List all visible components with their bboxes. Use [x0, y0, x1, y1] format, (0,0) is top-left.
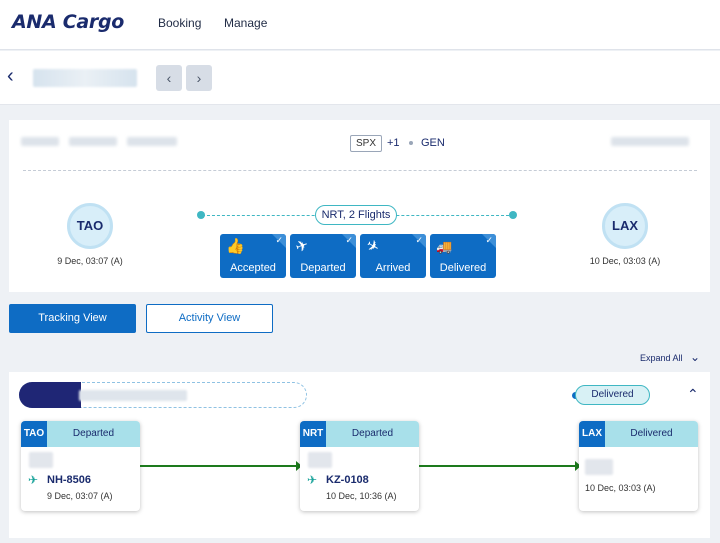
- destination-date: 10 Dec, 03:03 (A): [589, 256, 661, 266]
- awb-progress-fill: [19, 382, 81, 408]
- plane-arrival-icon: ✈: [362, 236, 383, 258]
- check-icon: ✓: [345, 235, 353, 245]
- truck-icon: 🚚: [436, 239, 453, 254]
- divider: [23, 170, 697, 171]
- redacted-field: [69, 137, 117, 146]
- leg-flight-number[interactable]: KZ-0108: [326, 474, 369, 486]
- status-delivered[interactable]: ✓ 🚚 Delivered: [430, 234, 496, 278]
- origin-date: 9 Dec, 03:07 (A): [57, 256, 123, 266]
- redacted-field: [308, 452, 332, 468]
- leg-arrow: [419, 461, 581, 471]
- leg-time: 9 Dec, 03:07 (A): [47, 491, 113, 501]
- status-departed[interactable]: ✓ ✈ Departed: [290, 234, 356, 278]
- ana-cargo-logo[interactable]: ANA Cargo: [12, 11, 124, 33]
- leg-card-nrt[interactable]: NRT Departed ✈ KZ-0108 10 Dec, 10:36 (A): [300, 421, 419, 511]
- activity-view-button[interactable]: Activity View: [146, 304, 273, 333]
- plane-departure-icon: ✈: [293, 236, 311, 257]
- leg-card-lax[interactable]: LAX Delivered 10 Dec, 03:03 (A): [579, 421, 698, 511]
- nav-booking[interactable]: Booking: [158, 16, 201, 30]
- leg-airport-code: LAX: [579, 421, 605, 447]
- status-arrived[interactable]: ✓ ✈ Arrived: [360, 234, 426, 278]
- awb-number-redacted: [33, 69, 137, 87]
- leg-status: Departed: [47, 421, 140, 447]
- chevron-down-icon[interactable]: ⌄: [690, 350, 700, 364]
- tracking-view-button[interactable]: Tracking View: [9, 304, 136, 333]
- leg-airport-code: TAO: [21, 421, 47, 447]
- leg-flight-number[interactable]: NH-8506: [47, 474, 91, 486]
- origin-airport-badge: TAO: [67, 203, 113, 249]
- product-tag: SPX: [350, 135, 383, 152]
- check-icon: ✓: [485, 235, 493, 245]
- back-chevron-icon[interactable]: ‹: [7, 65, 14, 88]
- route-summary-pill[interactable]: NRT, 2 Flights: [315, 205, 397, 225]
- nav-manage[interactable]: Manage: [224, 16, 267, 30]
- redacted-field: [79, 390, 187, 401]
- status-label: Accepted: [230, 262, 276, 274]
- handling-code: GEN: [421, 137, 445, 149]
- redacted-field: [127, 137, 177, 146]
- redacted-field: [585, 459, 613, 475]
- leg-airport-code: NRT: [300, 421, 326, 447]
- plane-icon: ✈: [307, 473, 318, 487]
- thumbs-up-icon: 👍: [226, 238, 245, 255]
- status-label: Departed: [300, 262, 346, 274]
- status-label: Delivered: [439, 262, 487, 274]
- top-nav-bar: ANA Cargo Booking Manage: [0, 0, 720, 50]
- shipment-header-bar: ‹ ‹ ›: [0, 51, 720, 105]
- destination-airport-badge: LAX: [602, 203, 648, 249]
- chevron-up-icon[interactable]: ⌃: [687, 386, 699, 403]
- expand-all-link[interactable]: Expand All: [640, 353, 683, 363]
- status-label: Arrived: [375, 262, 411, 274]
- leg-arrow: [140, 461, 302, 471]
- tracking-card: Delivered ⌃ TAO Departed ✈ NH-8506 9 Dec…: [9, 372, 710, 538]
- leg-card-tao[interactable]: TAO Departed ✈ NH-8506 9 Dec, 03:07 (A): [21, 421, 140, 511]
- leg-status: Delivered: [605, 421, 698, 447]
- leg-time: 10 Dec, 10:36 (A): [326, 491, 397, 501]
- redacted-field: [29, 452, 53, 468]
- route-end-dot: [509, 211, 517, 219]
- check-icon: ✓: [275, 235, 283, 245]
- leg-time: 10 Dec, 03:03 (A): [585, 483, 656, 493]
- redacted-field: [611, 137, 689, 146]
- check-icon: ✓: [415, 235, 423, 245]
- leg-status: Departed: [326, 421, 419, 447]
- redacted-field: [21, 137, 59, 146]
- separator-dot: [409, 141, 413, 145]
- delivered-status-badge: Delivered: [575, 385, 650, 405]
- previous-shipment-button[interactable]: ‹: [156, 65, 182, 91]
- next-shipment-button[interactable]: ›: [186, 65, 212, 91]
- plane-icon: ✈: [28, 473, 39, 487]
- extra-count[interactable]: +1: [387, 137, 400, 149]
- shipment-summary-card: SPX +1 GEN TAO 9 Dec, 03:07 (A) NRT, 2 F…: [9, 120, 710, 292]
- status-accepted[interactable]: ✓ 👍 Accepted: [220, 234, 286, 278]
